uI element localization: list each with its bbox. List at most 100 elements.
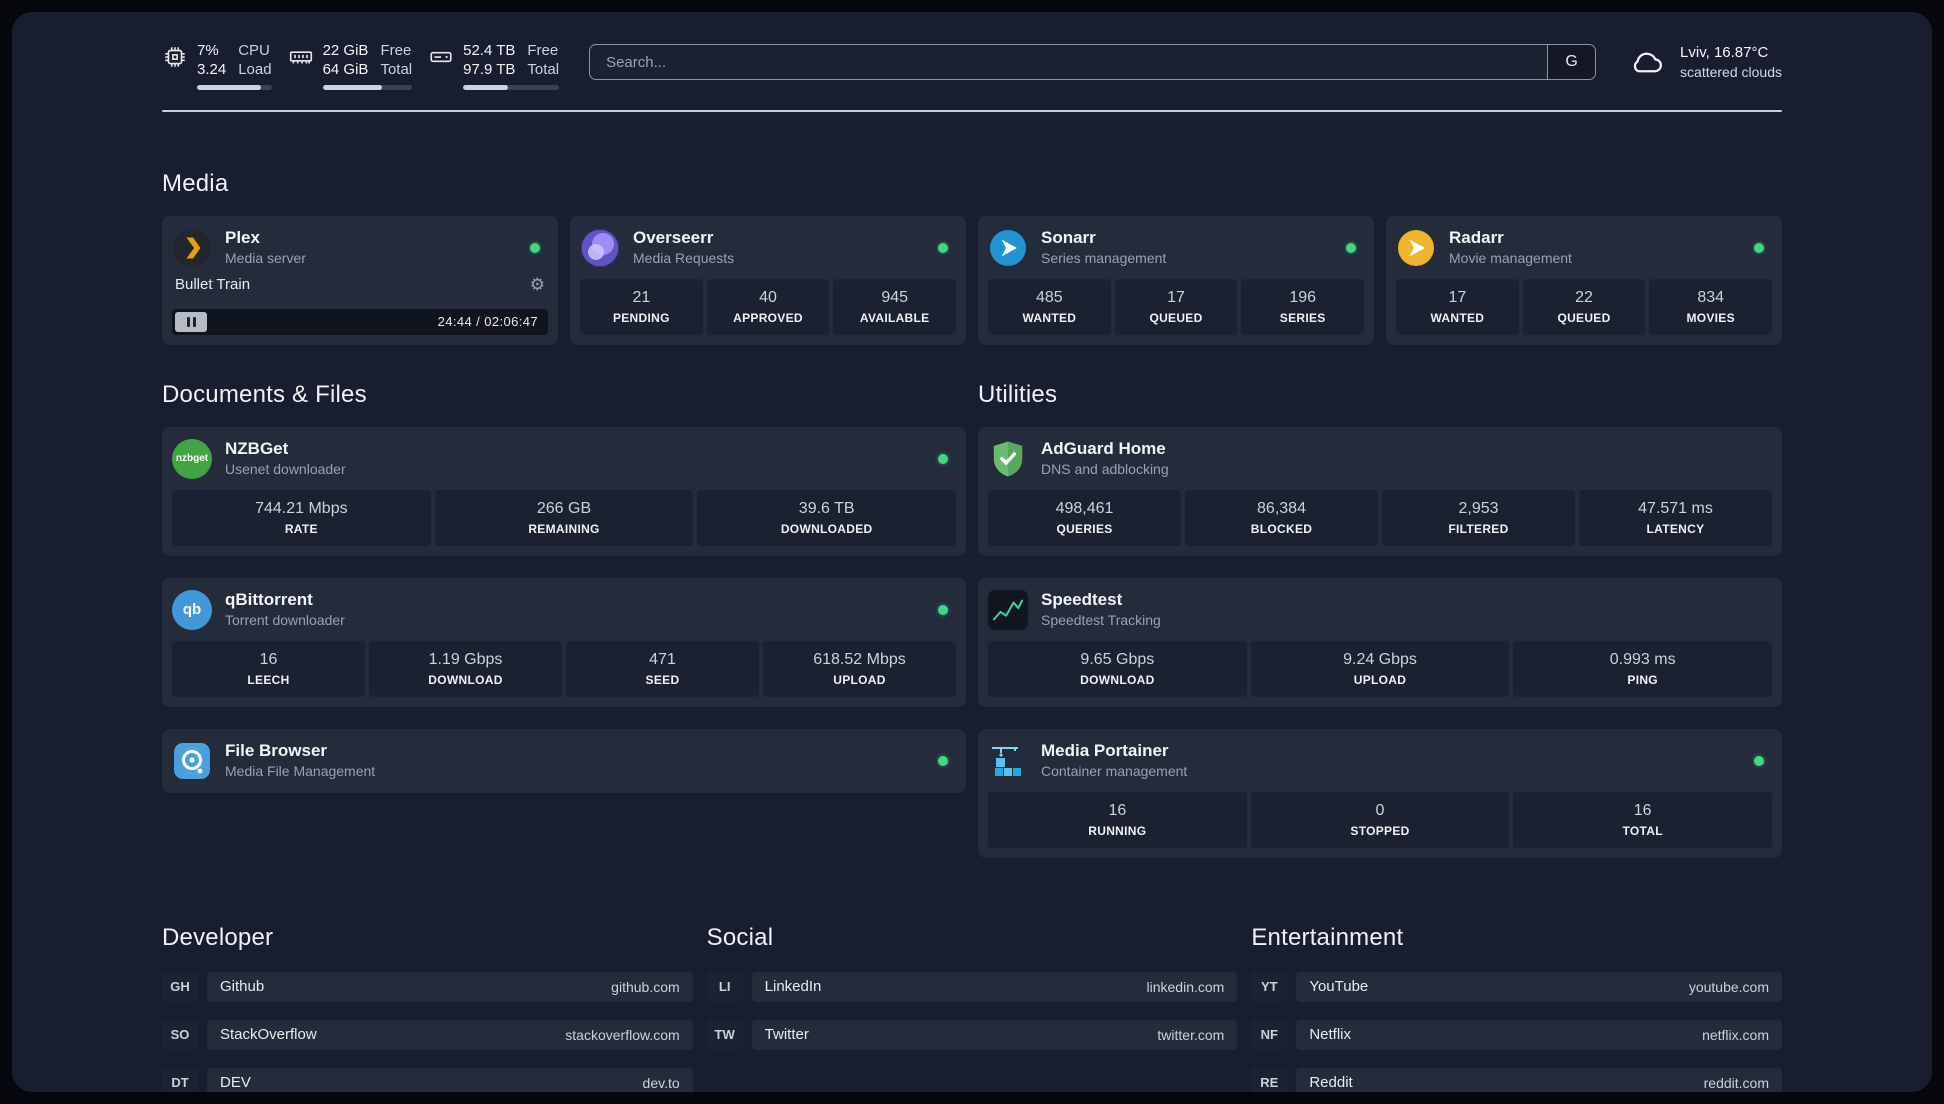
bookmark-domain: twitter.com	[1157, 1026, 1225, 1043]
bookmark-domain: netflix.com	[1702, 1026, 1769, 1043]
service-name: Media Portainer	[1041, 741, 1169, 761]
gear-icon[interactable]: ⚙	[530, 276, 545, 293]
filebrowser-icon	[172, 741, 212, 781]
speedtest-card[interactable]: Speedtest Speedtest Tracking 9.65 Gbps D…	[978, 577, 1782, 707]
stat-queued: 17 QUEUED	[1114, 278, 1238, 335]
stat-value: 47.571 ms	[1638, 499, 1713, 517]
memory-total: 64 GiB	[322, 60, 369, 78]
bookmark-reddit[interactable]: RE Reddit reddit.com	[1251, 1067, 1782, 1092]
stat-value: 0	[1375, 801, 1385, 819]
cpu-stats: 7% CPU 3.24 Load	[197, 42, 272, 90]
utilities-card-stack: AdGuard Home DNS and adblocking 498,461 …	[978, 426, 1782, 858]
bookmark-github[interactable]: GH Github github.com	[162, 971, 693, 1002]
memory-label-2: Total	[380, 60, 413, 78]
stat-label: SEED	[645, 672, 680, 687]
section-title-entertainment: Entertainment	[1251, 923, 1404, 951]
bookmark-domain: dev.to	[642, 1074, 680, 1091]
bookmark-netflix[interactable]: NF Netflix netflix.com	[1251, 1019, 1782, 1050]
nzbget-stats: 744.21 Mbps RATE 266 GB REMAINING 39.6 T…	[172, 489, 957, 546]
bookmark-stackoverflow[interactable]: SO StackOverflow stackoverflow.com	[162, 1019, 693, 1050]
stat-value: 945	[881, 288, 909, 306]
bookmark-name: Twitter	[764, 1026, 809, 1043]
speedtest-stats: 9.65 Gbps DOWNLOAD 9.24 Gbps UPLOAD 0.99…	[988, 640, 1773, 697]
stat-label: DOWNLOAD	[428, 672, 503, 687]
sonarr-card[interactable]: Sonarr Series management 485 WANTED 17 Q…	[978, 215, 1374, 345]
status-dot	[938, 242, 948, 253]
radarr-card[interactable]: Radarr Movie management 17 WANTED 22 QUE…	[1386, 215, 1782, 345]
weather-location: Lviv, 16.87°C	[1680, 44, 1769, 61]
bookmark-twitter[interactable]: TW Twitter twitter.com	[706, 1019, 1238, 1050]
stat-label: PING	[1627, 672, 1658, 687]
plex-card[interactable]: Plex Media server Bullet Train ⚙ 24:44 /…	[162, 215, 558, 345]
sonarr-card-header: Sonarr Series management	[988, 226, 1364, 270]
disk-stats: 52.4 TB Free 97.9 TB Total	[463, 42, 560, 90]
stat-label: REMAINING	[528, 521, 600, 536]
cpu-label-2: Load	[238, 60, 272, 78]
status-dot	[938, 604, 948, 615]
portainer-card[interactable]: Media Portainer Container management 16 …	[978, 728, 1782, 858]
service-name: AdGuard Home	[1041, 439, 1166, 459]
service-name: Plex	[225, 228, 260, 248]
memory-label-1: Free	[380, 42, 412, 59]
bookmark-dev[interactable]: DT DEV dev.to	[162, 1067, 693, 1092]
stat-label: LEECH	[247, 672, 290, 687]
stat-value: 471	[649, 650, 676, 668]
weather-condition: scattered clouds	[1680, 63, 1782, 80]
plex-card-header: Plex Media server	[172, 226, 548, 270]
disk-total: 97.9 TB	[463, 60, 516, 78]
stat-download: 1.19 Gbps DOWNLOAD	[369, 640, 562, 697]
nzbget-card[interactable]: nzbget NZBGet Usenet downloader 744.21 M…	[162, 426, 966, 556]
bookmark-abbr: YT	[1251, 971, 1288, 1002]
weather-text: Lviv, 16.87°C scattered clouds	[1680, 43, 1782, 81]
stat-value: 196	[1289, 288, 1317, 306]
adguard-titles: AdGuard Home DNS and adblocking	[1041, 439, 1169, 477]
stat-value: 618.52 Mbps	[813, 650, 906, 668]
plex-player-bar[interactable]: 24:44 / 02:06:47	[172, 308, 548, 335]
search-input[interactable]	[590, 45, 1548, 79]
service-name: Radarr	[1449, 228, 1504, 248]
stat-upload: 9.24 Gbps UPLOAD	[1250, 640, 1510, 697]
memory-icon	[288, 44, 314, 70]
header-divider	[162, 109, 1782, 112]
stat-label: DOWNLOAD	[1080, 672, 1155, 687]
bookmark-youtube[interactable]: YT YouTube youtube.com	[1251, 971, 1782, 1002]
portainer-titles: Media Portainer Container management	[1041, 741, 1187, 779]
plex-titles: Plex Media server	[225, 228, 306, 266]
stat-wanted: 17 WANTED	[1396, 278, 1519, 335]
bookmark-pill: LinkedIn linkedin.com	[751, 971, 1238, 1002]
pause-button[interactable]	[175, 311, 207, 332]
stat-value: 16	[1108, 801, 1127, 819]
status-dot	[1346, 242, 1356, 253]
stat-series: 196 SERIES	[1241, 278, 1365, 335]
stat-label: QUEUED	[1557, 310, 1611, 325]
stat-value: 16	[259, 650, 278, 668]
search-provider-button[interactable]: G	[1547, 45, 1596, 79]
stat-value: 266 GB	[536, 499, 592, 517]
bookmark-pill: Twitter twitter.com	[751, 1019, 1238, 1050]
middle-columns: Documents & Files nzbget NZBGet Usenet d…	[162, 381, 1782, 858]
stat-available: 945 AVAILABLE	[833, 278, 957, 335]
overseerr-card[interactable]: Overseerr Media Requests 21 PENDING 40 A…	[570, 215, 966, 345]
stat-wanted: 485 WANTED	[988, 278, 1111, 335]
radarr-card-header: Radarr Movie management	[1396, 226, 1772, 270]
service-name: File Browser	[225, 741, 328, 761]
search-bar: G	[589, 44, 1597, 80]
qbittorrent-titles: qBittorrent Torrent downloader	[225, 590, 345, 628]
service-desc: Usenet downloader	[225, 460, 346, 477]
now-playing-row: Bullet Train ⚙	[172, 276, 548, 293]
stat-pending: 21 PENDING	[580, 278, 703, 335]
adguard-card[interactable]: AdGuard Home DNS and adblocking 498,461 …	[978, 426, 1782, 556]
bookmark-domain: linkedin.com	[1146, 978, 1225, 995]
stat-value: 40	[759, 288, 777, 306]
stat-stopped: 0 STOPPED	[1250, 791, 1510, 848]
stat-label: DOWNLOADED	[780, 521, 873, 536]
bookmark-name: LinkedIn	[764, 978, 822, 995]
stat-label: WANTED	[1430, 310, 1485, 325]
stat-label: SERIES	[1279, 310, 1326, 325]
filebrowser-card[interactable]: File Browser Media File Management	[162, 728, 966, 793]
bookmark-linkedin[interactable]: LI LinkedIn linkedin.com	[706, 971, 1238, 1002]
memory-widget: 22 GiB Free 64 GiB Total	[288, 42, 413, 90]
section-title-developer: Developer	[162, 923, 274, 951]
bookmark-pill: StackOverflow stackoverflow.com	[207, 1019, 693, 1050]
qbittorrent-card[interactable]: qb qBittorrent Torrent downloader 16 LEE…	[162, 577, 966, 707]
